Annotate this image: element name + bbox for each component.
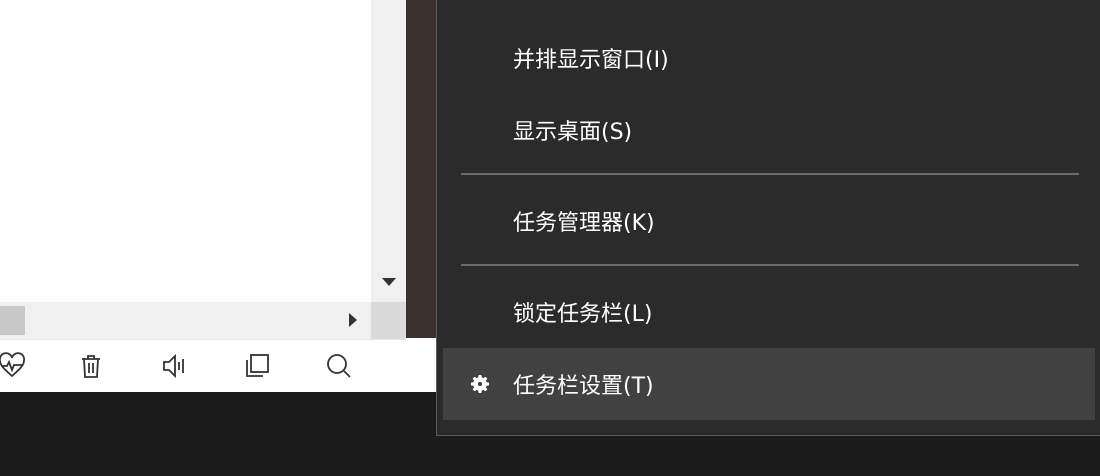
window-edge	[406, 338, 436, 392]
copy-icon[interactable]	[239, 348, 275, 384]
menu-item-label: 任务管理器(K)	[513, 211, 655, 236]
menu-item-label: 并排显示窗口(I)	[513, 48, 669, 73]
taskbar-context-menu: 并排显示窗口(I) 显示桌面(S) 任务管理器(K) 锁定任务栏(L) 任务栏设…	[436, 0, 1100, 436]
horizontal-scrollbar[interactable]	[0, 302, 371, 339]
app-window	[0, 0, 406, 393]
menu-separator	[461, 173, 1079, 175]
menu-item-taskbar-settings[interactable]: 任务栏设置(T)	[443, 348, 1095, 420]
menu-item-lock-taskbar[interactable]: 锁定任务栏(L)	[443, 276, 1095, 348]
menu-item-task-manager[interactable]: 任务管理器(K)	[443, 185, 1095, 257]
bottom-toolbar	[0, 339, 406, 393]
menu-item-show-desktop[interactable]: 显示桌面(S)	[443, 94, 1095, 166]
desktop-background	[406, 0, 436, 338]
heart-rate-icon[interactable]	[0, 348, 30, 384]
menu-item-label: 锁定任务栏(L)	[513, 302, 653, 327]
scroll-corner	[371, 302, 406, 339]
menu-separator	[461, 264, 1079, 266]
horizontal-scroll-thumb[interactable]	[0, 306, 25, 335]
scroll-right-arrow-icon[interactable]	[335, 302, 371, 339]
speaker-icon[interactable]	[156, 348, 192, 384]
scroll-down-arrow-icon[interactable]	[371, 262, 406, 302]
menu-item-label: 显示桌面(S)	[513, 120, 633, 145]
trash-icon[interactable]	[73, 348, 109, 384]
content-area[interactable]	[0, 0, 371, 302]
menu-item-label: 任务栏设置(T)	[513, 374, 654, 399]
gear-icon	[467, 371, 493, 397]
vertical-scrollbar[interactable]	[371, 0, 406, 302]
search-icon[interactable]	[321, 348, 357, 384]
screen: 并排显示窗口(I) 显示桌面(S) 任务管理器(K) 锁定任务栏(L) 任务栏设…	[0, 0, 1100, 476]
menu-item-cascade-side-by-side[interactable]: 并排显示窗口(I)	[443, 22, 1095, 94]
